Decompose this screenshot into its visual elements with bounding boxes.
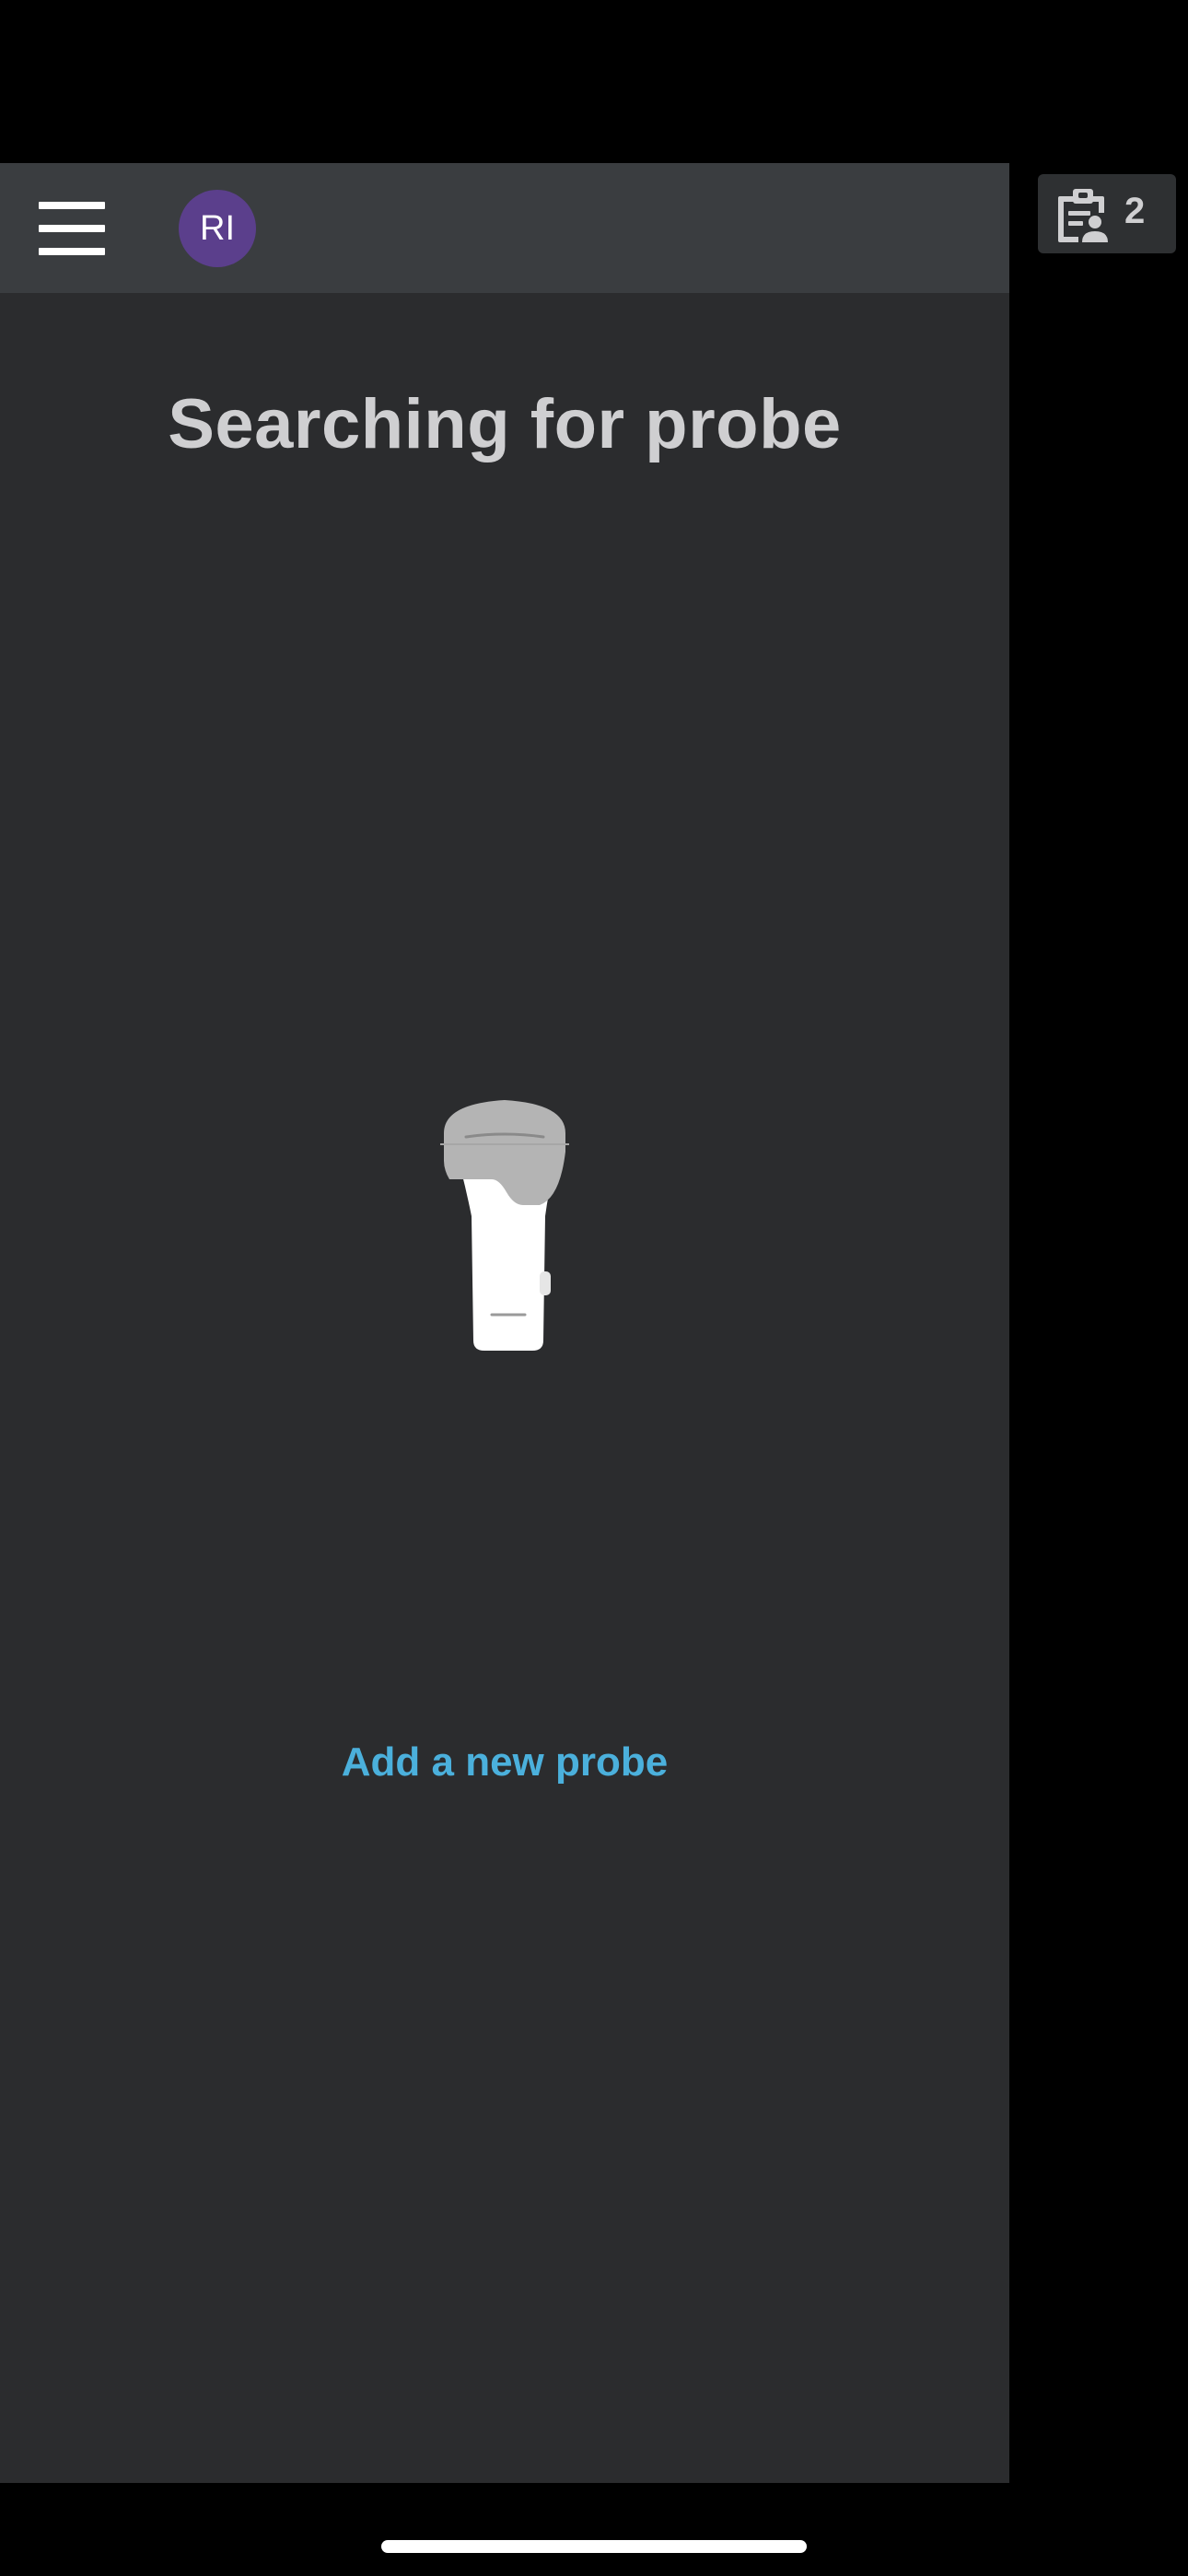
- header-bar: RI: [0, 163, 1009, 293]
- worklist-button[interactable]: 2: [1038, 174, 1176, 253]
- page-title: Searching for probe: [168, 385, 842, 463]
- worklist-count-badge: 2: [1124, 191, 1146, 231]
- menu-line: [39, 248, 105, 255]
- avatar[interactable]: RI: [179, 190, 256, 267]
- screen: RI Searching for probe Add a new probe 2: [0, 0, 1188, 2576]
- ultrasound-probe-icon: [440, 1100, 569, 1351]
- app-panel: RI Searching for probe Add a new probe: [0, 163, 1009, 2483]
- menu-line: [39, 202, 105, 209]
- clipboard-patient-icon: [1058, 189, 1108, 242]
- hamburger-menu-icon[interactable]: [37, 200, 107, 257]
- home-indicator[interactable]: [381, 2540, 807, 2553]
- add-new-probe-link[interactable]: Add a new probe: [0, 1739, 1009, 1786]
- menu-line: [39, 225, 105, 232]
